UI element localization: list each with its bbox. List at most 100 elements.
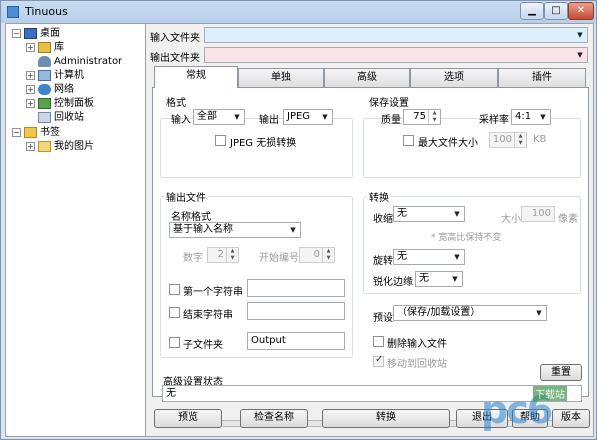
tab-advanced[interactable]: 高级	[324, 68, 410, 87]
quality-spinner[interactable]: 75 ▲ ▼	[403, 109, 441, 125]
tree-item-bookmarks[interactable]: − 书签	[12, 126, 60, 140]
collapse-icon[interactable]: −	[12, 127, 21, 137]
sampling-select[interactable]: 4:1 ▼	[511, 109, 551, 125]
tree-item-administrator[interactable]: Administrator	[38, 55, 122, 69]
tree-item-computer[interactable]: + 计算机	[26, 69, 84, 83]
convert-group-title: 转换	[367, 189, 391, 204]
first-string-checkbox[interactable]	[169, 284, 180, 295]
output-folder-label: 输出文件夹	[150, 53, 200, 64]
subfolder-checkbox[interactable]	[169, 337, 180, 348]
tab-individual[interactable]: 单独	[238, 68, 324, 87]
size-unit: 像素	[558, 214, 578, 225]
max-file-size-checkbox[interactable]	[403, 135, 414, 146]
folder-tree[interactable]: − 桌面 + 库 Administrator + 计算机 + 网络 + 控制面板 回收站 …	[6, 24, 146, 436]
name-format-select[interactable]: 基于输入名称 ▼	[169, 222, 301, 238]
tree-item-library[interactable]: + 库	[26, 41, 64, 55]
end-string-label: 结束字符串	[183, 310, 233, 321]
start-number-spinner[interactable]: 0 ▲ ▼	[299, 247, 335, 263]
chevron-down-icon[interactable]: ▼	[536, 110, 550, 124]
watermark-subtext: 下载站	[533, 386, 567, 401]
spinner-arrows-icon[interactable]: ▲ ▼	[322, 248, 334, 262]
subfolder-input[interactable]: Output	[247, 332, 345, 350]
sharpen-label: 锐化边缘	[373, 277, 413, 288]
move-to-recycle-label: 移动到回收站	[387, 359, 447, 370]
maximize-button[interactable]: □	[544, 2, 568, 20]
tree-item-network[interactable]: + 网络	[26, 83, 74, 97]
desktop-icon	[24, 27, 37, 39]
collapse-icon[interactable]: −	[12, 28, 21, 38]
subfolder-label: 子文件夹	[183, 340, 223, 351]
computer-icon	[38, 69, 51, 81]
name-format-label: 名称格式	[171, 212, 211, 223]
pictures-folder-icon	[38, 140, 51, 152]
max-file-size-unit: KB	[533, 134, 547, 145]
network-icon	[38, 83, 51, 95]
app-icon	[7, 6, 19, 18]
chevron-down-icon[interactable]: ▼	[532, 306, 546, 320]
preset-label: 预设	[373, 313, 393, 324]
jpeg-lossless-label: JPEG 无损转换	[230, 138, 297, 149]
tab-plugins[interactable]: 插件	[498, 68, 586, 87]
recycle-bin-icon	[38, 111, 51, 123]
aspect-ratio-note: * 宽高比保持不变	[431, 233, 502, 243]
input-format-select[interactable]: 全部 ▼	[193, 109, 245, 125]
expand-icon[interactable]: +	[26, 98, 35, 108]
input-folder-combo[interactable]: ▼	[204, 27, 588, 43]
move-to-recycle-checkbox[interactable]	[373, 354, 384, 367]
chevron-down-icon[interactable]: ▼	[450, 207, 464, 221]
tab-options[interactable]: 选项	[410, 68, 498, 87]
chevron-down-icon[interactable]: ▼	[286, 223, 300, 237]
expand-icon[interactable]: +	[26, 141, 35, 151]
close-button[interactable]: ✕	[568, 2, 594, 20]
tree-item-recycle-bin[interactable]: 回收站	[38, 111, 84, 125]
preview-button[interactable]: 预览	[154, 409, 222, 428]
input-folder-label: 输入文件夹	[150, 33, 200, 44]
start-number-label: 开始编号	[259, 253, 299, 264]
spinner-arrows-icon[interactable]: ▲ ▼	[428, 110, 440, 124]
chevron-down-icon[interactable]: ▼	[448, 272, 462, 286]
jpeg-lossless-checkbox[interactable]	[215, 135, 226, 146]
check-names-button[interactable]: 检查名称	[240, 409, 308, 428]
rotate-select[interactable]: 无 ▼	[393, 249, 465, 265]
library-icon	[38, 41, 51, 53]
save-settings-title: 保存设置	[367, 94, 411, 109]
first-string-label: 第一个字符串	[183, 287, 243, 298]
tab-general[interactable]: 常规	[154, 66, 238, 88]
size-label: 大小	[501, 214, 521, 225]
output-format-select[interactable]: JPEG ▼	[283, 109, 333, 125]
shrink-select[interactable]: 无 ▼	[393, 206, 465, 222]
tree-item-control-panel[interactable]: + 控制面板	[26, 97, 94, 111]
sharpen-select[interactable]: 无 ▼	[415, 271, 463, 287]
end-string-checkbox[interactable]	[169, 307, 180, 318]
expand-icon[interactable]: +	[26, 84, 35, 94]
output-folder-combo[interactable]: ▼	[204, 47, 588, 63]
convert-button[interactable]: 转换	[322, 409, 450, 428]
bookmark-icon	[24, 126, 37, 138]
chevron-down-icon[interactable]: ▼	[573, 48, 587, 62]
window-title: Tinuous	[25, 5, 68, 18]
spinner-arrows-icon[interactable]: ▲ ▼	[514, 133, 526, 147]
max-file-size-spinner[interactable]: 100 ▲ ▼	[489, 132, 527, 148]
title-bar[interactable]: Tinuous ▁ □ ✕	[1, 1, 596, 23]
first-string-input[interactable]	[247, 279, 345, 297]
app-window: Tinuous ▁ □ ✕ − 桌面 + 库 Administrator + 计算机 …	[0, 0, 597, 440]
delete-input-checkbox[interactable]	[373, 336, 384, 347]
tree-item-my-pictures[interactable]: + 我的图片	[26, 140, 94, 154]
chevron-down-icon[interactable]: ▼	[573, 28, 587, 42]
rotate-label: 旋转	[373, 256, 393, 267]
input-format-label: 输入	[171, 115, 191, 126]
spinner-arrows-icon[interactable]: ▲ ▼	[226, 248, 238, 262]
chevron-down-icon[interactable]: ▼	[318, 110, 332, 124]
expand-icon[interactable]: +	[26, 42, 35, 52]
chevron-down-icon[interactable]: ▼	[450, 250, 464, 264]
tree-item-desktop[interactable]: − 桌面	[12, 27, 60, 41]
quality-label: 质量	[381, 115, 401, 126]
minimize-button[interactable]: ▁	[520, 2, 544, 20]
preset-select[interactable]: （保存/加载设置） ▼	[393, 305, 547, 321]
chevron-down-icon[interactable]: ▼	[230, 110, 244, 124]
expand-icon[interactable]: +	[26, 70, 35, 80]
reset-button[interactable]: 重置	[540, 364, 582, 381]
size-input[interactable]: 100	[521, 206, 555, 222]
digits-spinner[interactable]: 2 ▲ ▼	[207, 247, 239, 263]
end-string-input[interactable]	[247, 302, 345, 320]
